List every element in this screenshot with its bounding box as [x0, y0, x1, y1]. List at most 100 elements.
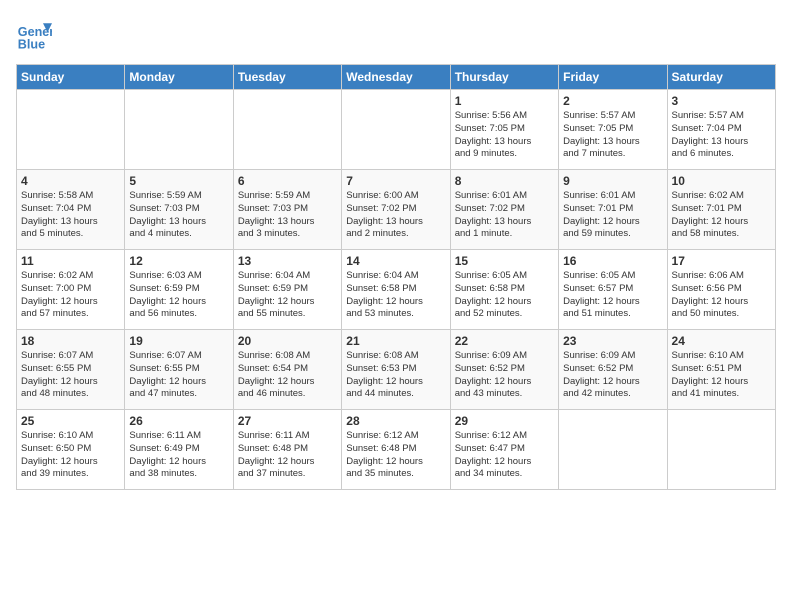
calendar-cell: 6 Sunrise: 5:59 AM Sunset: 7:03 PM Daylig…	[233, 170, 341, 250]
calendar-cell: 10 Sunrise: 6:02 AM Sunset: 7:01 PM Dayli…	[667, 170, 775, 250]
day-info: Sunrise: 6:06 AM Sunset: 6:56 PM Dayligh…	[672, 270, 771, 321]
day-number: 2	[563, 94, 662, 108]
day-number: 15	[455, 254, 554, 268]
day-info: Sunrise: 6:12 AM Sunset: 6:47 PM Dayligh…	[455, 430, 554, 481]
day-info: Sunrise: 5:59 AM Sunset: 7:03 PM Dayligh…	[238, 190, 337, 241]
calendar-cell	[342, 90, 450, 170]
calendar-table: SundayMondayTuesdayWednesdayThursdayFrid…	[16, 64, 776, 490]
day-number: 1	[455, 94, 554, 108]
calendar-cell	[667, 410, 775, 490]
weekday-header-saturday: Saturday	[667, 65, 775, 90]
day-info: Sunrise: 5:59 AM Sunset: 7:03 PM Dayligh…	[129, 190, 228, 241]
logo-icon: General Blue	[16, 16, 52, 52]
day-number: 19	[129, 334, 228, 348]
day-info: Sunrise: 6:12 AM Sunset: 6:48 PM Dayligh…	[346, 430, 445, 481]
calendar-cell: 28 Sunrise: 6:12 AM Sunset: 6:48 PM Dayli…	[342, 410, 450, 490]
day-number: 18	[21, 334, 120, 348]
logo: General Blue	[16, 16, 56, 52]
calendar-cell: 21 Sunrise: 6:08 AM Sunset: 6:53 PM Dayli…	[342, 330, 450, 410]
calendar-cell	[125, 90, 233, 170]
calendar-cell: 12 Sunrise: 6:03 AM Sunset: 6:59 PM Dayli…	[125, 250, 233, 330]
day-number: 11	[21, 254, 120, 268]
day-number: 27	[238, 414, 337, 428]
day-info: Sunrise: 6:05 AM Sunset: 6:57 PM Dayligh…	[563, 270, 662, 321]
calendar-cell: 2 Sunrise: 5:57 AM Sunset: 7:05 PM Daylig…	[559, 90, 667, 170]
calendar-cell: 29 Sunrise: 6:12 AM Sunset: 6:47 PM Dayli…	[450, 410, 558, 490]
day-number: 5	[129, 174, 228, 188]
day-number: 10	[672, 174, 771, 188]
page-header: General Blue	[16, 16, 776, 52]
calendar-cell: 13 Sunrise: 6:04 AM Sunset: 6:59 PM Dayli…	[233, 250, 341, 330]
calendar-cell: 1 Sunrise: 5:56 AM Sunset: 7:05 PM Daylig…	[450, 90, 558, 170]
day-info: Sunrise: 6:02 AM Sunset: 7:00 PM Dayligh…	[21, 270, 120, 321]
day-number: 24	[672, 334, 771, 348]
day-info: Sunrise: 6:04 AM Sunset: 6:58 PM Dayligh…	[346, 270, 445, 321]
day-number: 14	[346, 254, 445, 268]
day-info: Sunrise: 6:02 AM Sunset: 7:01 PM Dayligh…	[672, 190, 771, 241]
calendar-cell	[17, 90, 125, 170]
day-number: 8	[455, 174, 554, 188]
day-number: 13	[238, 254, 337, 268]
calendar-cell: 5 Sunrise: 5:59 AM Sunset: 7:03 PM Daylig…	[125, 170, 233, 250]
day-info: Sunrise: 5:56 AM Sunset: 7:05 PM Dayligh…	[455, 110, 554, 161]
calendar-cell: 24 Sunrise: 6:10 AM Sunset: 6:51 PM Dayli…	[667, 330, 775, 410]
weekday-header-wednesday: Wednesday	[342, 65, 450, 90]
day-info: Sunrise: 6:05 AM Sunset: 6:58 PM Dayligh…	[455, 270, 554, 321]
day-info: Sunrise: 5:57 AM Sunset: 7:04 PM Dayligh…	[672, 110, 771, 161]
day-number: 23	[563, 334, 662, 348]
day-number: 28	[346, 414, 445, 428]
calendar-cell: 11 Sunrise: 6:02 AM Sunset: 7:00 PM Dayli…	[17, 250, 125, 330]
calendar-cell: 3 Sunrise: 5:57 AM Sunset: 7:04 PM Daylig…	[667, 90, 775, 170]
day-number: 3	[672, 94, 771, 108]
calendar-cell: 22 Sunrise: 6:09 AM Sunset: 6:52 PM Dayli…	[450, 330, 558, 410]
svg-text:Blue: Blue	[18, 37, 45, 51]
day-info: Sunrise: 6:01 AM Sunset: 7:01 PM Dayligh…	[563, 190, 662, 241]
weekday-header-tuesday: Tuesday	[233, 65, 341, 90]
day-info: Sunrise: 6:04 AM Sunset: 6:59 PM Dayligh…	[238, 270, 337, 321]
calendar-cell: 4 Sunrise: 5:58 AM Sunset: 7:04 PM Daylig…	[17, 170, 125, 250]
calendar-cell: 17 Sunrise: 6:06 AM Sunset: 6:56 PM Dayli…	[667, 250, 775, 330]
day-info: Sunrise: 6:08 AM Sunset: 6:54 PM Dayligh…	[238, 350, 337, 401]
day-number: 12	[129, 254, 228, 268]
calendar-cell	[233, 90, 341, 170]
calendar-cell: 7Sunrise: 6:00 AM Sunset: 7:02 PM Daylig…	[342, 170, 450, 250]
day-info: Sunrise: 6:07 AM Sunset: 6:55 PM Dayligh…	[129, 350, 228, 401]
day-number: 16	[563, 254, 662, 268]
day-number: 20	[238, 334, 337, 348]
day-info: Sunrise: 6:09 AM Sunset: 6:52 PM Dayligh…	[455, 350, 554, 401]
day-number: 26	[129, 414, 228, 428]
calendar-cell: 23Sunrise: 6:09 AM Sunset: 6:52 PM Dayli…	[559, 330, 667, 410]
day-info: Sunrise: 6:10 AM Sunset: 6:51 PM Dayligh…	[672, 350, 771, 401]
calendar-cell: 14 Sunrise: 6:04 AM Sunset: 6:58 PM Dayli…	[342, 250, 450, 330]
day-number: 9	[563, 174, 662, 188]
calendar-cell: 15 Sunrise: 6:05 AM Sunset: 6:58 PM Dayli…	[450, 250, 558, 330]
weekday-header-sunday: Sunday	[17, 65, 125, 90]
calendar-cell: 8 Sunrise: 6:01 AM Sunset: 7:02 PM Daylig…	[450, 170, 558, 250]
calendar-cell: 25Sunrise: 6:10 AM Sunset: 6:50 PM Dayli…	[17, 410, 125, 490]
day-number: 29	[455, 414, 554, 428]
day-number: 4	[21, 174, 120, 188]
weekday-header-friday: Friday	[559, 65, 667, 90]
day-info: Sunrise: 5:58 AM Sunset: 7:04 PM Dayligh…	[21, 190, 120, 241]
day-number: 21	[346, 334, 445, 348]
day-info: Sunrise: 6:11 AM Sunset: 6:49 PM Dayligh…	[129, 430, 228, 481]
day-info: Sunrise: 6:01 AM Sunset: 7:02 PM Dayligh…	[455, 190, 554, 241]
day-info: Sunrise: 5:57 AM Sunset: 7:05 PM Dayligh…	[563, 110, 662, 161]
day-info: Sunrise: 6:07 AM Sunset: 6:55 PM Dayligh…	[21, 350, 120, 401]
calendar-cell: 16 Sunrise: 6:05 AM Sunset: 6:57 PM Dayli…	[559, 250, 667, 330]
calendar-cell: 20 Sunrise: 6:08 AM Sunset: 6:54 PM Dayli…	[233, 330, 341, 410]
calendar-cell	[559, 410, 667, 490]
day-number: 17	[672, 254, 771, 268]
day-number: 22	[455, 334, 554, 348]
day-info: Sunrise: 6:11 AM Sunset: 6:48 PM Dayligh…	[238, 430, 337, 481]
day-number: 6	[238, 174, 337, 188]
weekday-header-thursday: Thursday	[450, 65, 558, 90]
day-info: Sunrise: 6:03 AM Sunset: 6:59 PM Dayligh…	[129, 270, 228, 321]
calendar-cell: 19 Sunrise: 6:07 AM Sunset: 6:55 PM Dayli…	[125, 330, 233, 410]
calendar-cell: 27 Sunrise: 6:11 AM Sunset: 6:48 PM Dayli…	[233, 410, 341, 490]
day-info: Sunrise: 6:08 AM Sunset: 6:53 PM Dayligh…	[346, 350, 445, 401]
calendar-cell: 18 Sunrise: 6:07 AM Sunset: 6:55 PM Dayli…	[17, 330, 125, 410]
day-number: 25	[21, 414, 120, 428]
calendar-cell: 26 Sunrise: 6:11 AM Sunset: 6:49 PM Dayli…	[125, 410, 233, 490]
day-info: Sunrise: 6:00 AM Sunset: 7:02 PM Dayligh…	[346, 190, 445, 241]
